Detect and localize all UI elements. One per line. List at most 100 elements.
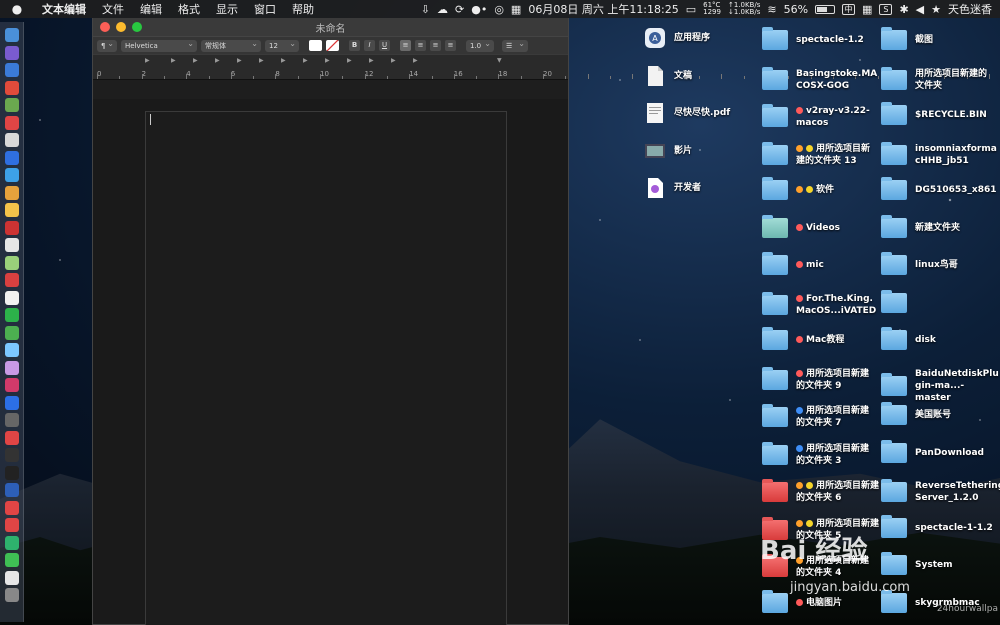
dock-app-icon[interactable] (4, 45, 19, 60)
line-spacing-select[interactable]: 1.0 (466, 38, 494, 52)
dock-app-icon[interactable] (4, 308, 19, 322)
wifi-icon[interactable]: ≋ (767, 3, 776, 16)
desktop-item[interactable]: spectacle-1-1.2 (881, 514, 999, 538)
apple-icon[interactable]: ● (0, 2, 34, 16)
dock-app-icon[interactable] (4, 465, 19, 480)
desktop-item[interactable]: 用所选项目新建 的文件夹 9 (762, 366, 880, 392)
desktop-item[interactable]: Basingstoke.MA COSX-GOG (762, 66, 880, 92)
dock-app-icon[interactable] (4, 80, 19, 95)
dock-app-icon[interactable] (4, 343, 19, 357)
dock-app-icon[interactable] (4, 588, 19, 602)
menu-help[interactable]: 帮助 (284, 1, 322, 17)
dock-app-icon[interactable] (4, 535, 19, 550)
tab-stop-marker[interactable]: ▶ (145, 57, 150, 64)
tab-stop-marker[interactable]: ▶ (237, 57, 242, 64)
dock-app-icon[interactable] (4, 255, 19, 270)
desktop-item[interactable]: mic (762, 252, 880, 275)
dock-app-icon[interactable] (4, 273, 19, 287)
tab-stop-marker[interactable]: ▶ (193, 57, 198, 64)
italic-button[interactable]: I (364, 40, 375, 51)
dock-app-icon[interactable] (4, 325, 19, 340)
ruler[interactable]: 0 2 4 6 8 10 12 14 16 18 20 ▶ ▶ ▶ ▶ ▶ ▶ ▶ ▶ ▶ ▶ ▶ ▶ ▶ ▼ (93, 54, 990, 80)
menu-format[interactable]: 格式 (170, 1, 208, 17)
desktop-item[interactable]: 用所选项目新建 的文件夹 3 (762, 441, 880, 467)
desktop-item[interactable]: 影片 (644, 140, 762, 162)
desktop-item[interactable]: $RECYCLE.BIN (881, 102, 999, 125)
desktop-item[interactable]: spectacle-1.2 (762, 27, 880, 50)
desktop-item[interactable]: DG510653_x861 (881, 177, 999, 200)
menu-view[interactable]: 显示 (208, 1, 246, 17)
align-center-button[interactable]: ≡ (415, 40, 426, 51)
input-method-icon[interactable]: 中 (842, 3, 856, 15)
dots-icon[interactable]: ●• (471, 3, 487, 16)
dock-app-icon[interactable] (4, 133, 19, 147)
desktop-item[interactable]: 开发者 (644, 177, 762, 199)
globe-icon[interactable]: ◎ (494, 3, 504, 16)
desktop-item[interactable]: Videos (762, 214, 880, 238)
paragraph-style-select[interactable]: ¶ (97, 38, 117, 52)
bold-button[interactable]: B (349, 40, 360, 51)
desktop-item[interactable]: A 应用程序 (644, 27, 762, 49)
dock-app-icon[interactable] (4, 238, 19, 252)
dock-app-icon[interactable] (4, 290, 19, 305)
tab-stop-marker[interactable]: ▶ (259, 57, 264, 64)
desktop-item[interactable]: BaiduNetdiskPlu gin-ma...-master (881, 368, 999, 404)
battery-percent[interactable]: 56% (784, 3, 808, 16)
desktop-item[interactable]: 尽快尽快.pdf (644, 102, 762, 124)
dock-app-icon[interactable] (4, 28, 19, 42)
system-stats[interactable]: 61°C 1299 (703, 2, 721, 16)
desktop-item[interactable]: 用所选项目新建的 文件夹 (881, 66, 999, 92)
dock-app-icon[interactable] (4, 570, 19, 585)
tab-stop-marker[interactable]: ▼ (497, 57, 502, 64)
network-speed[interactable]: ↑1.0KB/s ↓1.0KB/s (728, 2, 760, 16)
font-size-select[interactable]: 12 (265, 38, 299, 52)
tab-stop-marker[interactable]: ▶ (215, 57, 220, 64)
dock-app-icon[interactable] (4, 518, 19, 532)
dock-app-icon[interactable] (4, 63, 19, 77)
underline-button[interactable]: U (379, 40, 390, 51)
desktop-item[interactable]: 新建文件夹 (881, 214, 999, 238)
desktop-item[interactable]: 截图 (881, 27, 999, 50)
font-style-select[interactable]: 常规体 (201, 38, 261, 52)
desktop-item[interactable]: 用所选项目新建 的文件夹 7 (762, 404, 880, 429)
desktop-item[interactable]: 用所选项目新 建的文件夹 13 (762, 141, 880, 167)
grid-icon[interactable]: ▦ (862, 3, 872, 16)
dock-app-icon[interactable] (4, 500, 19, 515)
tab-stop-marker[interactable]: ▶ (347, 57, 352, 64)
tab-stop-marker[interactable]: ▶ (171, 57, 176, 64)
sync-icon[interactable]: ⟳ (455, 3, 464, 16)
menu-file[interactable]: 文件 (94, 1, 132, 17)
highlight-color-swatch[interactable] (326, 40, 339, 51)
zoom-button[interactable] (132, 22, 142, 32)
minimize-button[interactable] (116, 22, 126, 32)
tab-stop-marker[interactable]: ▶ (303, 57, 308, 64)
align-right-button[interactable]: ≡ (430, 40, 441, 51)
dock-app-icon[interactable] (4, 413, 19, 427)
dock-app-icon[interactable] (4, 203, 19, 217)
menu-app-name[interactable]: 文本编辑 (34, 1, 94, 17)
star-icon[interactable]: ★ (931, 3, 941, 16)
align-justify-button[interactable]: ≡ (445, 40, 456, 51)
screen-icon[interactable]: ▭ (686, 3, 696, 16)
list-style-select[interactable]: ☰ (502, 38, 528, 52)
tab-stop-marker[interactable]: ▶ (413, 57, 418, 64)
window-titlebar[interactable]: 未命名 (93, 18, 568, 36)
text-color-swatch[interactable] (309, 40, 322, 51)
menu-window[interactable]: 窗口 (246, 1, 284, 17)
document-page[interactable] (145, 111, 507, 625)
desktop-item[interactable]: For.The.King. MacOS...iVATED (762, 291, 880, 317)
calendar-icon[interactable]: ▦ (511, 3, 521, 16)
ghost-icon[interactable]: ☁ (437, 3, 448, 16)
desktop-item[interactable]: v2ray-v3.22- macos (762, 104, 880, 129)
user-name[interactable]: 天色迷香 (948, 1, 992, 17)
desktop-item[interactable]: Mac教程 (762, 327, 880, 350)
dock-app-icon[interactable] (4, 360, 19, 375)
menu-edit[interactable]: 编辑 (132, 1, 170, 17)
desktop-item[interactable] (881, 289, 999, 313)
bluetooth-icon[interactable]: ✱ (899, 3, 908, 16)
dock-app-icon[interactable] (4, 115, 19, 130)
dock-app-icon[interactable] (4, 378, 19, 392)
dock-app-icon[interactable] (4, 185, 19, 200)
s-app-icon[interactable]: S (879, 3, 893, 15)
desktop-item[interactable]: insomniaxforma cHHB_jb51 (881, 141, 999, 167)
